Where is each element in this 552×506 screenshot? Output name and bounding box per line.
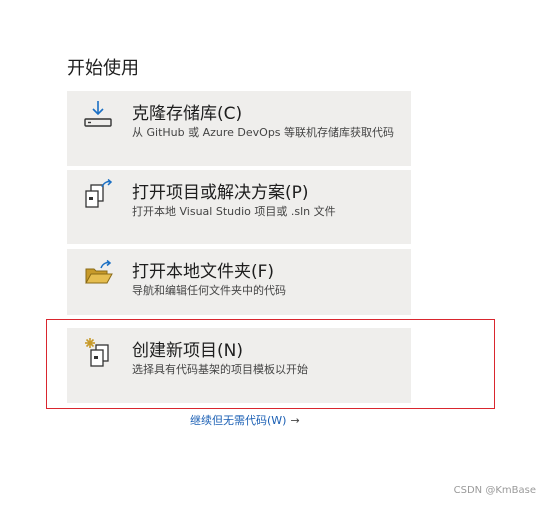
continue-without-code-label: 继续但无需代码(W)	[190, 414, 287, 427]
arrow-right-icon: →	[290, 414, 300, 427]
clone-repository-button[interactable]: 克隆存储库(C) 从 GitHub 或 Azure DevOps 等联机存储库获…	[67, 91, 411, 166]
open-project-description: 打开本地 Visual Studio 项目或 .sln 文件	[132, 205, 336, 218]
clone-download-icon	[84, 101, 112, 127]
continue-without-code-link[interactable]: 继续但无需代码(W) →	[190, 412, 300, 428]
clone-repository-title: 克隆存储库(C)	[132, 104, 243, 124]
open-folder-icon	[85, 259, 113, 284]
clone-repository-description: 从 GitHub 或 Azure DevOps 等联机存储库获取代码	[132, 126, 395, 139]
create-new-project-title: 创建新项目(N)	[132, 341, 243, 361]
open-folder-title: 打开本地文件夹(F)	[132, 262, 275, 282]
open-folder-button[interactable]: 打开本地文件夹(F) 导航和编辑任何文件夹中的代码	[67, 249, 411, 315]
watermark: CSDN @KmBase	[453, 485, 536, 496]
create-new-project-button[interactable]: 创建新项目(N) 选择具有代码基架的项目模板以开始	[67, 328, 411, 403]
section-title: 开始使用	[67, 58, 139, 79]
open-project-title: 打开项目或解决方案(P)	[132, 183, 309, 203]
new-project-icon	[85, 338, 109, 367]
open-project-button[interactable]: 打开项目或解决方案(P) 打开本地 Visual Studio 项目或 .sln…	[67, 170, 411, 244]
create-new-project-description: 选择具有代码基架的项目模板以开始	[132, 363, 308, 376]
open-folder-description: 导航和编辑任何文件夹中的代码	[132, 284, 286, 297]
open-project-icon	[85, 178, 113, 208]
